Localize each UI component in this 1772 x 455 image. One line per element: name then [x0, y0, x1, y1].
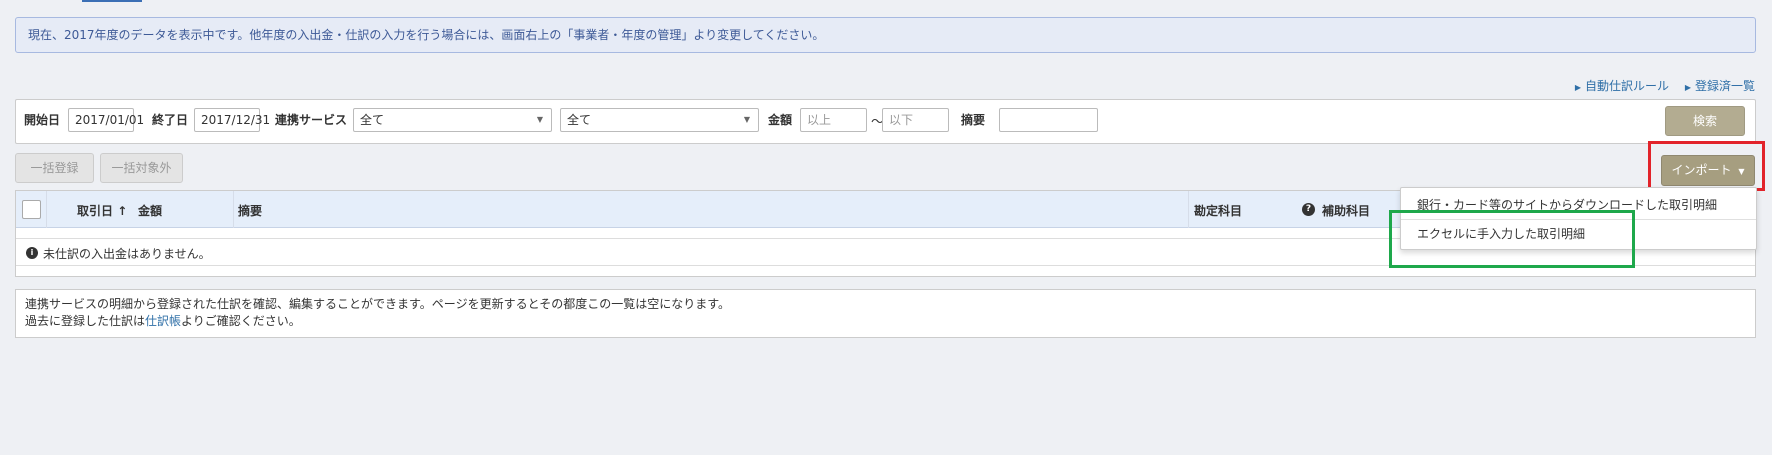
header-account: 勘定科目: [1194, 204, 1243, 218]
amount-label: 金額: [768, 113, 793, 127]
amount-max-input[interactable]: 以下: [882, 108, 949, 132]
service-select-2[interactable]: 全て ▼: [560, 108, 759, 132]
bulk-exclude-button[interactable]: 一括対象外: [100, 153, 183, 183]
service-select-1[interactable]: 全て ▼: [353, 108, 552, 132]
chevron-down-icon: ▼: [536, 115, 543, 124]
auto-rule-label: 自動仕訳ルール: [1584, 79, 1669, 93]
fiscal-year-notice: 現在、2017年度のデータを表示中です。他年度の入出金・仕訳の入力を行う場合には…: [15, 17, 1756, 53]
service-label: 連携サービス: [275, 113, 348, 127]
search-button[interactable]: 検索: [1665, 106, 1745, 136]
header-date[interactable]: 取引日 ↑: [77, 202, 127, 219]
triangle-right-icon: ▶: [1684, 83, 1691, 92]
header-date-label: 取引日: [77, 204, 114, 218]
header-links: ▶ 自動仕訳ルール ▶ 登録済一覧: [1563, 77, 1755, 94]
footer-note: 連携サービスの明細から登録された仕訳を確認、編集することができます。ページを更新…: [15, 289, 1756, 338]
summary-input[interactable]: [999, 108, 1098, 132]
arrow-up-icon: ↑: [113, 204, 128, 218]
registered-list-link[interactable]: ▶ 登録済一覧: [1685, 79, 1755, 93]
service-select-1-value: 全て: [360, 113, 385, 127]
service-select-2-value: 全て: [567, 113, 592, 127]
registered-list-label: 登録済一覧: [1694, 79, 1755, 93]
empty-message: 未仕訳の入出金はありません。: [43, 247, 211, 261]
journal-book-link[interactable]: 仕訳帳: [145, 314, 181, 328]
filter-panel: 開始日 2017/01/01 終了日 2017/12/31 連携サービス 全て …: [15, 99, 1756, 144]
help-icon[interactable]: ?: [1302, 203, 1315, 216]
start-date-input[interactable]: 2017/01/01: [68, 108, 144, 132]
info-icon: i: [26, 247, 38, 259]
summary-label: 摘要: [961, 113, 986, 127]
footer-line-1: 連携サービスの明細から登録された仕訳を確認、編集することができます。ページを更新…: [25, 297, 731, 311]
column-divider: [1188, 191, 1189, 228]
header-summary: 摘要: [238, 204, 263, 218]
select-all-checkbox[interactable]: [22, 200, 41, 219]
header-amount: 金額: [138, 204, 163, 218]
excel-menu-highlight-box: [1389, 210, 1635, 268]
import-highlight-box: [1648, 141, 1765, 191]
header-sub-account: 補助科目: [1322, 204, 1371, 218]
column-divider: [46, 191, 47, 228]
start-date-label: 開始日: [24, 113, 61, 127]
footer-line-2: 過去に登録した仕訳は仕訳帳よりご確認ください。: [25, 313, 1746, 330]
amount-min-input[interactable]: 以上: [800, 108, 867, 132]
auto-rule-link[interactable]: ▶ 自動仕訳ルール: [1575, 79, 1669, 93]
column-divider: [233, 191, 234, 228]
footer-line-2-suffix: よりご確認ください。: [181, 314, 301, 328]
active-tab-indicator: [82, 0, 142, 2]
end-date-label: 終了日: [152, 113, 189, 127]
chevron-down-icon: ▼: [743, 115, 750, 124]
bulk-register-button[interactable]: 一括登録: [15, 153, 94, 183]
footer-line-2-prefix: 過去に登録した仕訳は: [25, 314, 146, 328]
notice-text: 現在、2017年度のデータを表示中です。他年度の入出金・仕訳の入力を行う場合には…: [28, 28, 825, 42]
end-date-input[interactable]: 2017/12/31: [194, 108, 270, 132]
triangle-right-icon: ▶: [1574, 83, 1581, 92]
